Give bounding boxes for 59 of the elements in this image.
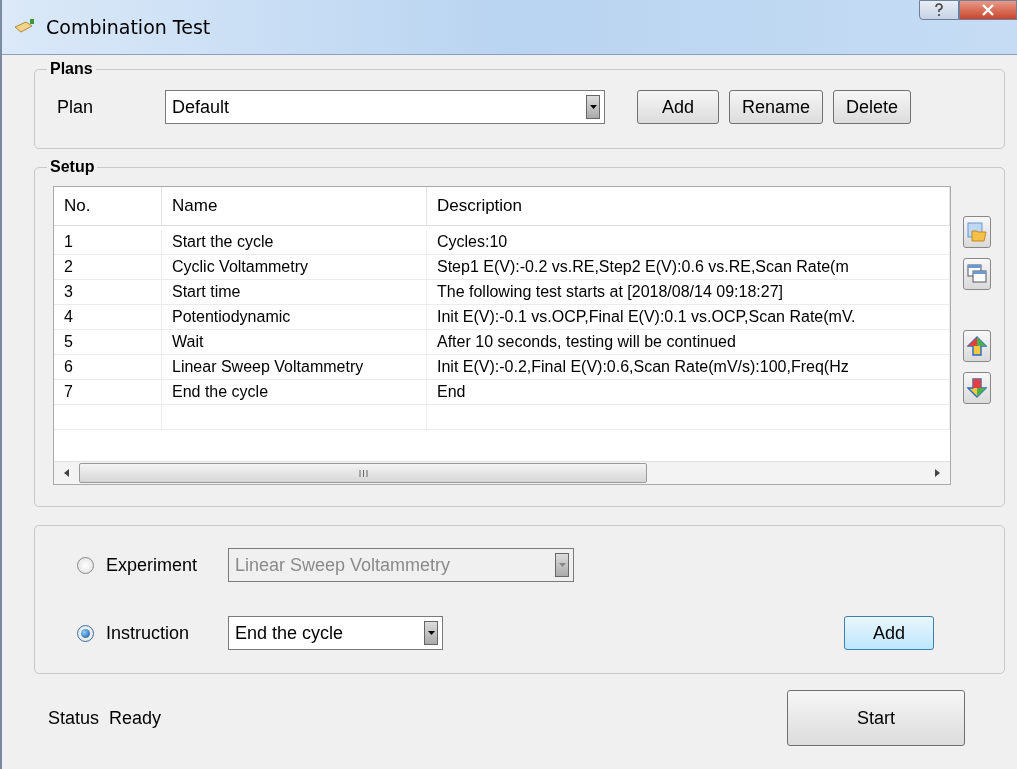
grip-icon [358, 469, 368, 477]
step-dropdown[interactable]: End the cycle [228, 616, 443, 650]
table-cell: 7 [54, 380, 162, 404]
table-cell: 5 [54, 330, 162, 354]
table-cell: Cycles:10 [427, 230, 950, 254]
table-cell: Start the cycle [162, 230, 427, 254]
table-cell: After 10 seconds, testing will be continued [427, 330, 950, 354]
plan-button[interactable]: Delete [833, 90, 912, 124]
table-cell: End the cycle [162, 380, 427, 404]
plan-button[interactable]: Rename [729, 90, 824, 124]
move-down-button[interactable] [963, 372, 991, 404]
column-header[interactable]: Name [162, 187, 427, 225]
start-button[interactable]: Start [787, 690, 965, 746]
dropdown-arrow-icon [558, 563, 566, 567]
scroll-right-icon[interactable] [935, 469, 940, 477]
option-label: Experiment [106, 554, 199, 576]
table-cell: 2 [54, 255, 162, 279]
dropdown-arrow-icon [589, 105, 597, 109]
table-cell: Cyclic Voltammetry [162, 255, 427, 279]
table-cell: 3 [54, 280, 162, 304]
open-button[interactable] [963, 216, 991, 248]
table-cell: The following test starts at [2018/08/14 09:18:27] [427, 280, 950, 304]
table-cell: 6 [54, 355, 162, 379]
table-cell: Step1 E(V):-0.2 vs.RE,Step2 E(V):0.6 vs.RE,Scan Rate(m [427, 255, 950, 279]
table-cell: 1 [54, 230, 162, 254]
copy-button[interactable] [963, 258, 991, 290]
table-cell: Init E(V):-0.2,Final E(V):0.6,Scan Rate(mV/s):100,Freq(Hz [427, 355, 950, 379]
add-step-button[interactable]: Add [844, 616, 934, 650]
radio-button[interactable] [77, 624, 94, 642]
folder-icon [967, 222, 987, 242]
group-legend: Setup [47, 158, 98, 176]
window-title: Combination Test [46, 16, 211, 38]
help-icon [934, 3, 944, 17]
table-cell: End [427, 380, 950, 404]
scroll-left-icon[interactable] [64, 469, 69, 477]
windows-icon [967, 264, 987, 284]
table-cell: Wait [162, 330, 427, 354]
table-cell: 4 [54, 305, 162, 329]
scrollbar-thumb[interactable] [79, 463, 647, 483]
column-header[interactable]: Description [427, 187, 950, 225]
close-icon [981, 4, 995, 16]
dropdown-arrow-icon [427, 631, 435, 635]
table-cell: Init E(V):-0.1 vs.OCP,Final E(V):0.1 vs.OCP,Scan Rate(mV. [427, 305, 950, 329]
status-label: Status [48, 707, 100, 729]
table-cell: Linear Sweep Voltammetry [162, 355, 427, 379]
table-cell: Start time [162, 280, 427, 304]
table-cell: Potentiodynamic [162, 305, 427, 329]
horizontal-scrollbar[interactable] [54, 461, 950, 484]
column-header[interactable]: No. [54, 187, 162, 225]
help-button[interactable] [919, 0, 959, 20]
option-label: Instruction [106, 622, 191, 644]
close-button[interactable] [959, 0, 1017, 20]
plan-button[interactable]: Add [637, 90, 720, 124]
plan-dropdown[interactable]: Default [165, 90, 605, 124]
up-arrow-icon [967, 336, 987, 356]
down-arrow-icon [967, 378, 987, 398]
plan-label: Plan [57, 96, 95, 118]
status-value: Ready [109, 707, 162, 729]
move-up-button[interactable] [963, 330, 991, 362]
